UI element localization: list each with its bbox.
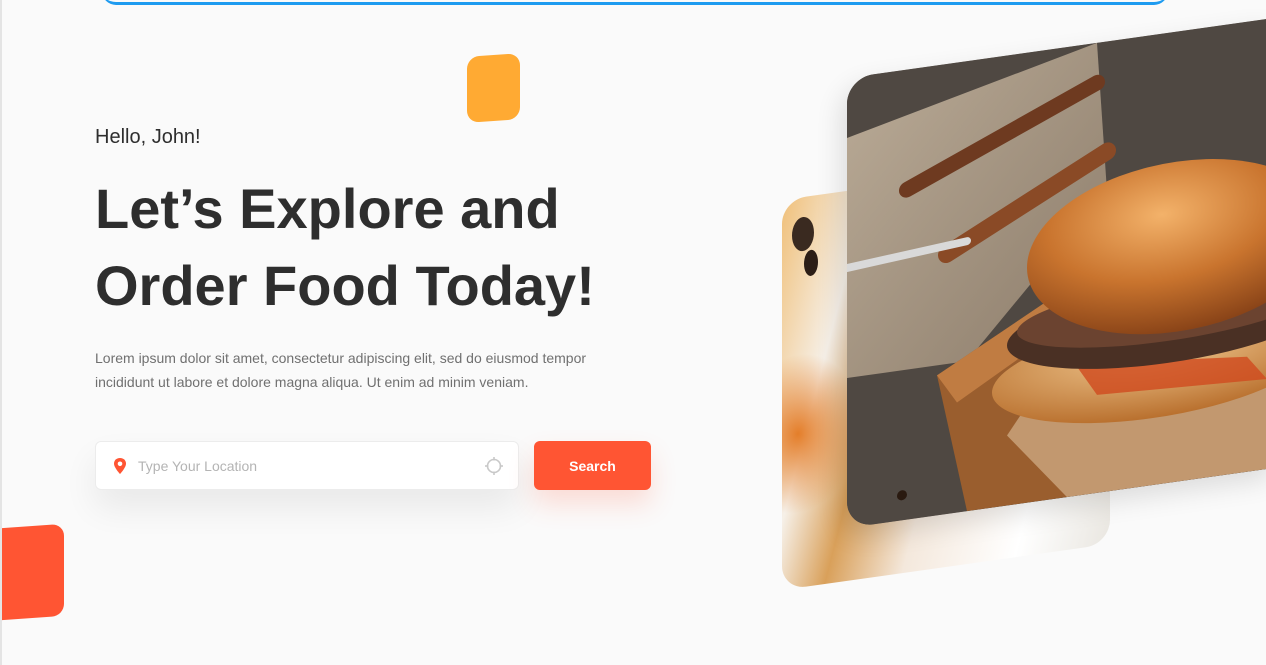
greeting-text: Hello, John! xyxy=(95,126,201,148)
crosshair-icon[interactable] xyxy=(484,456,504,476)
location-pin-icon xyxy=(112,457,128,475)
search-button[interactable]: Search xyxy=(534,441,651,490)
hero-headline-line-2: Order Food Today! xyxy=(95,254,595,317)
hero-headline: Let’s Explore and Order Food Today! xyxy=(95,170,715,324)
location-input[interactable] xyxy=(138,457,484,474)
decorative-red-shape xyxy=(2,523,64,621)
hero-headline-line-1: Let’s Explore and xyxy=(95,177,560,240)
decorative-orange-shape xyxy=(467,53,520,123)
location-search-box[interactable] xyxy=(95,441,519,490)
hero-description: Lorem ipsum dolor sit amet, consectetur … xyxy=(95,350,587,390)
burger-photo xyxy=(847,17,1266,528)
top-nav-bar-edge xyxy=(102,0,1168,5)
